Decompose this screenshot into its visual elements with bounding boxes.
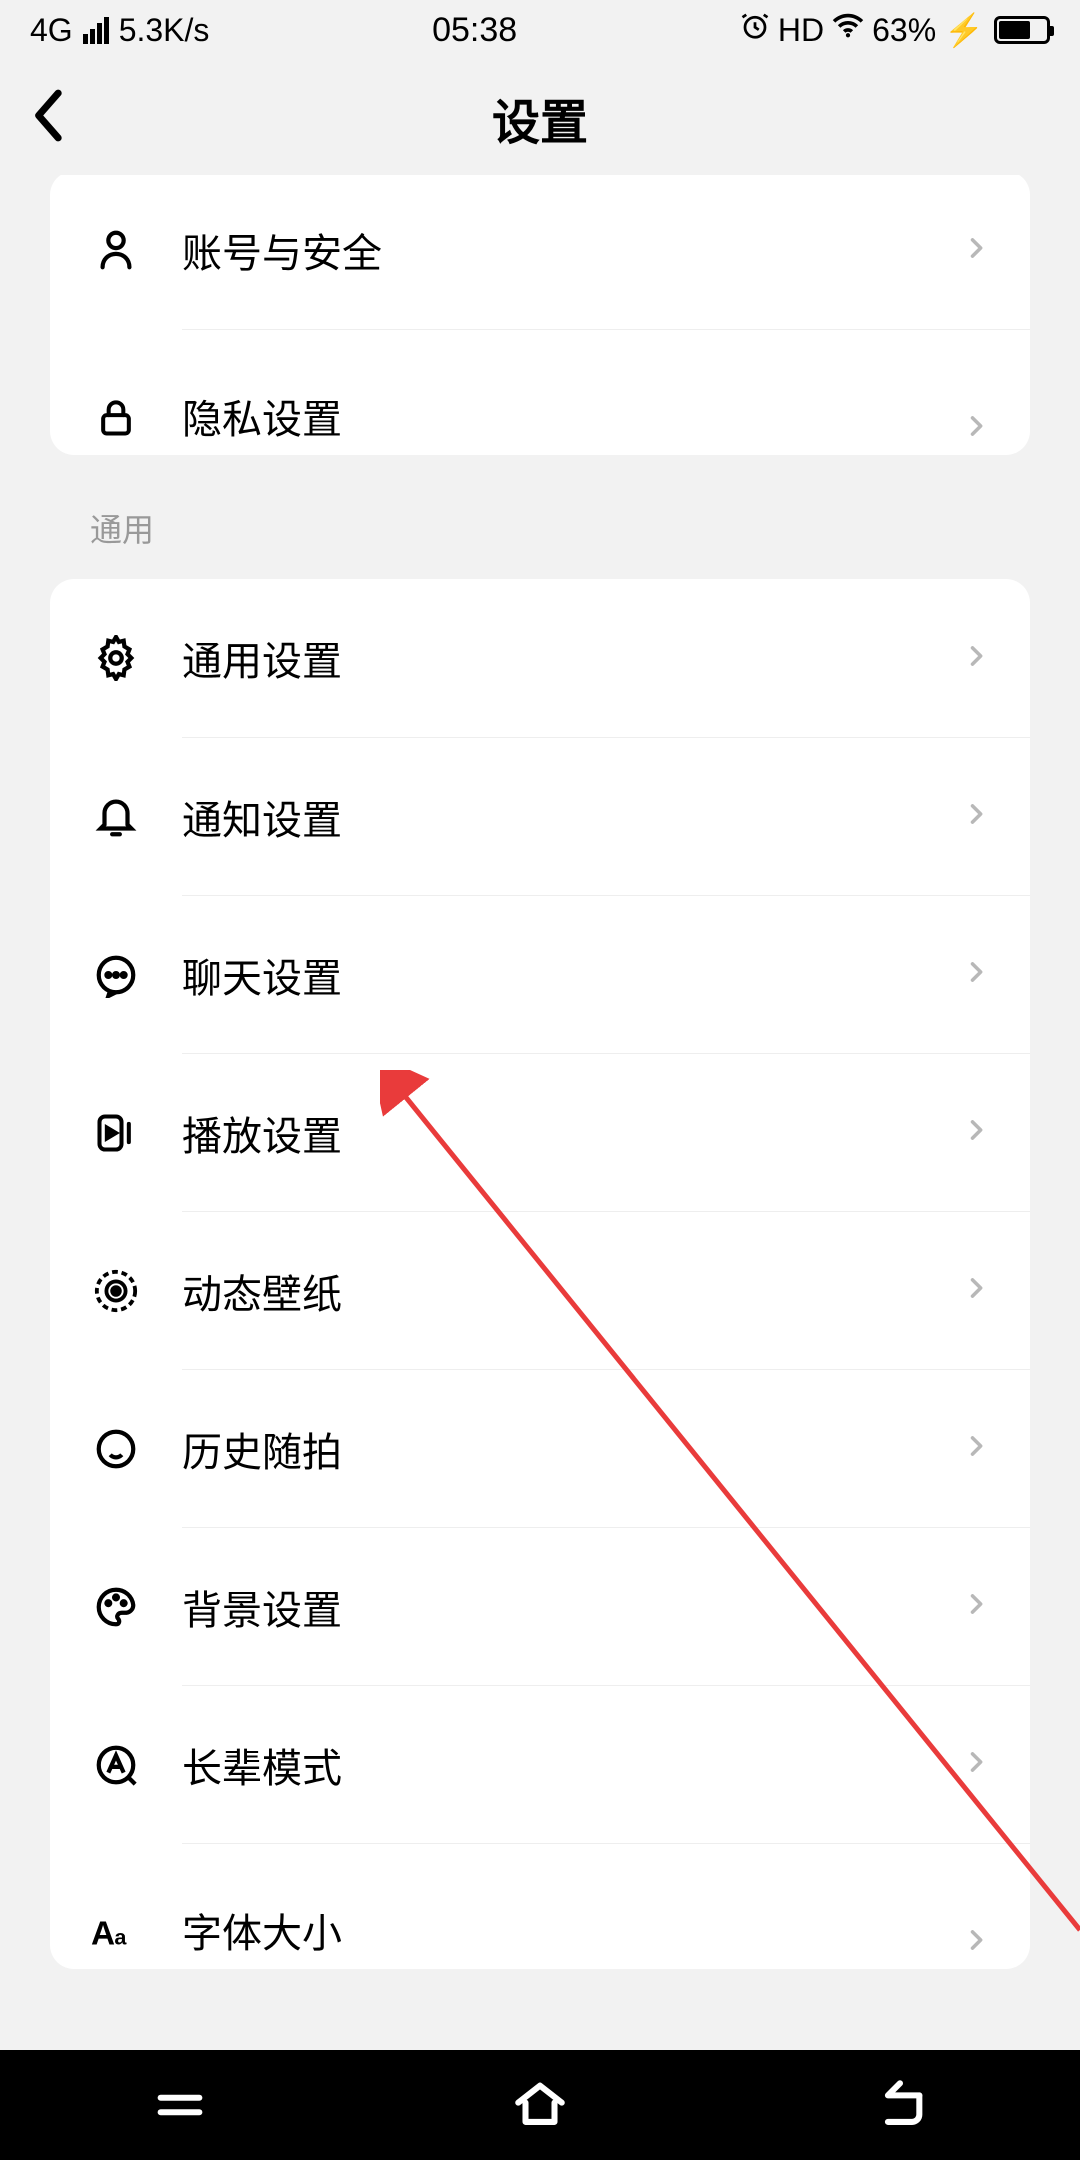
wifi-icon [832,10,864,50]
svg-text:A: A [91,1915,115,1951]
settings-item-label: 历史随拍 [182,1420,962,1478]
gear-icon [88,630,144,686]
system-nav-bar [0,2050,1080,2160]
chevron-right-icon [962,958,990,991]
network-label: 4G [30,12,73,49]
battery-icon [994,16,1050,44]
settings-item-general[interactable]: 通用设置 [50,579,1030,737]
settings-item-font-size[interactable]: Aa 字体大小 [182,1843,1030,1969]
home-button[interactable] [511,2076,569,2134]
signal-icon [83,17,109,44]
settings-item-notifications[interactable]: 通知设置 [182,737,1030,895]
settings-item-background[interactable]: 背景设置 [182,1527,1030,1685]
charging-icon: ⚡ [944,11,984,49]
status-right: HD 63% ⚡ [740,10,1050,50]
chevron-right-icon [962,800,990,833]
settings-item-label: 隐私设置 [182,387,962,445]
history-icon [88,1421,144,1477]
settings-item-elder-mode[interactable]: 长辈模式 [182,1685,1030,1843]
back-button[interactable] [30,87,64,148]
svg-text:a: a [114,1924,127,1949]
settings-item-label: 通知设置 [182,788,962,846]
alarm-icon [740,11,770,49]
settings-item-label: 背景设置 [182,1578,962,1636]
user-icon [88,222,144,278]
play-icon [88,1105,144,1161]
chevron-right-icon [962,1432,990,1465]
settings-item-label: 账号与安全 [182,221,962,279]
settings-item-label: 聊天设置 [182,946,962,1004]
a-circle-icon [88,1737,144,1793]
chevron-right-icon [962,642,990,675]
settings-item-label: 通用设置 [182,629,962,687]
page-title: 设置 [492,83,588,153]
recent-apps-button[interactable] [151,2076,209,2134]
settings-item-label: 播放设置 [182,1104,962,1162]
page-header: 设置 [0,60,1080,175]
settings-group-general: 通用设置 通知设置 聊天设置 播放设置 动态壁纸 [50,579,1030,1969]
chevron-right-icon [962,1590,990,1623]
battery-pct: 63% [872,12,936,49]
hd-label: HD [778,12,824,49]
speed-label: 5.3K/s [119,12,210,49]
settings-item-privacy[interactable]: 隐私设置 [182,329,1030,455]
settings-item-label: 长辈模式 [182,1736,962,1794]
clock: 05:38 [432,11,517,50]
settings-item-account[interactable]: 账号与安全 [50,171,1030,329]
chevron-right-icon [962,1926,990,1959]
bell-icon [88,789,144,845]
chevron-right-icon [962,1274,990,1307]
settings-item-wallpaper[interactable]: 动态壁纸 [182,1211,1030,1369]
settings-group-account: 账号与安全 隐私设置 [50,171,1030,455]
settings-item-label: 字体大小 [182,1901,962,1959]
settings-item-chat[interactable]: 聊天设置 [182,895,1030,1053]
settings-item-playback[interactable]: 播放设置 [182,1053,1030,1211]
status-left: 4G 5.3K/s [30,12,209,49]
settings-item-label: 动态壁纸 [182,1262,962,1320]
back-nav-button[interactable] [871,2076,929,2134]
section-title-general: 通用 [0,455,1080,579]
chat-icon [88,947,144,1003]
settings-item-history[interactable]: 历史随拍 [182,1369,1030,1527]
status-bar: 4G 5.3K/s 05:38 HD 63% ⚡ [0,0,1080,60]
chevron-right-icon [962,1748,990,1781]
chevron-right-icon [962,234,990,267]
chevron-right-icon [962,1116,990,1149]
font-size-icon: Aa [88,1903,144,1959]
dynamic-wallpaper-icon [88,1263,144,1319]
chevron-right-icon [962,412,990,445]
lock-icon [88,389,144,445]
palette-icon [88,1579,144,1635]
